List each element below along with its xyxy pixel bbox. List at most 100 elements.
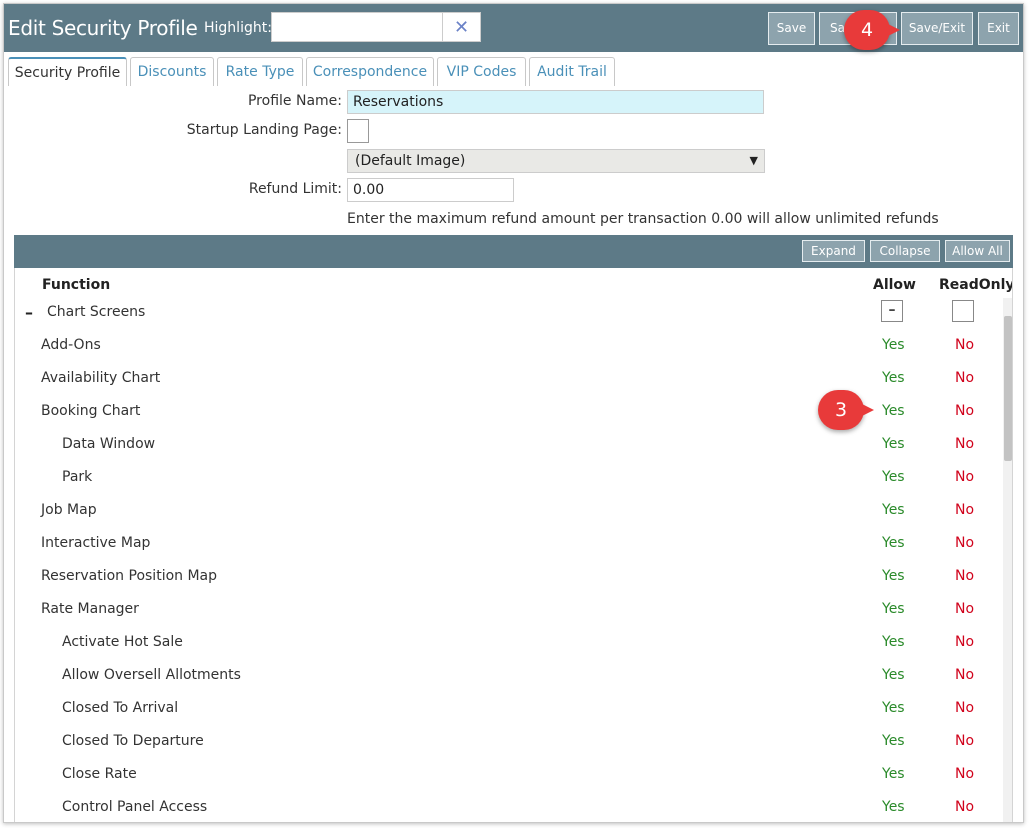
image-select[interactable]: (Default Image) ▼ <box>347 149 765 173</box>
function-name: Activate Hot Sale <box>62 634 183 650</box>
tab-audit-trail[interactable]: Audit Trail <box>529 57 615 86</box>
expand-button[interactable]: Expand <box>802 240 865 262</box>
grid-scrollbar[interactable] <box>1003 298 1012 822</box>
image-select-value: (Default Image) <box>355 153 466 169</box>
scrollbar-thumb[interactable] <box>1004 316 1012 461</box>
readonly-value[interactable]: No <box>955 667 974 683</box>
function-name: Control Panel Access <box>62 799 208 815</box>
table-row: Activate Hot Sale Yes No <box>15 626 1005 659</box>
allow-value[interactable]: Yes <box>882 667 905 683</box>
readonly-value[interactable]: No <box>955 436 974 452</box>
column-header-allow: Allow <box>873 277 916 293</box>
table-row: Reservation Position Map Yes No <box>15 560 1005 593</box>
refund-limit-field[interactable]: 0.00 <box>347 178 514 202</box>
function-name: Allow Oversell Allotments <box>62 667 241 683</box>
readonly-value[interactable]: No <box>955 568 974 584</box>
readonly-value[interactable]: No <box>955 469 974 485</box>
function-name: Closed To Arrival <box>62 700 179 716</box>
table-row: Rate Manager Yes No <box>15 593 1005 626</box>
allow-value[interactable]: Yes <box>882 766 905 782</box>
tab-rate-type[interactable]: Rate Type <box>217 57 303 86</box>
startup-landing-page-checkbox[interactable] <box>347 119 369 143</box>
group-row-chart-screens: – Chart Screens – <box>15 296 1005 329</box>
save-button[interactable]: Save <box>768 12 815 45</box>
tab-vip-codes[interactable]: VIP Codes <box>437 57 526 86</box>
collapse-group-icon[interactable]: – <box>25 303 33 322</box>
profile-name-field[interactable]: Reservations <box>347 90 764 114</box>
table-row: Closed To Arrival Yes No <box>15 692 1005 725</box>
function-name: Close Rate <box>62 766 137 782</box>
clear-icon[interactable]: ✕ <box>443 12 481 42</box>
readonly-value[interactable]: No <box>955 601 974 617</box>
highlight-label: Highlight: <box>204 20 272 36</box>
startup-landing-page-label: Startup Landing Page: <box>186 122 342 138</box>
highlight-input[interactable] <box>271 12 443 42</box>
allow-value[interactable]: Yes <box>882 436 905 452</box>
table-row: Closed To Departure Yes No <box>15 725 1005 758</box>
function-name: Closed To Departure <box>62 733 204 749</box>
page-title: Edit Security Profile <box>8 16 198 40</box>
table-row: Availability Chart Yes No <box>15 362 1005 395</box>
column-header-function: Function <box>42 277 111 293</box>
readonly-value[interactable]: No <box>955 766 974 782</box>
table-row: Interactive Map Yes No <box>15 527 1005 560</box>
function-name: Park <box>62 469 93 485</box>
readonly-value[interactable]: No <box>955 733 974 749</box>
refund-limit-label: Refund Limit: <box>248 181 342 197</box>
allow-value[interactable]: Yes <box>882 502 905 518</box>
allow-value[interactable]: Yes <box>882 634 905 650</box>
tab-bar: Security Profile Discounts Rate Type Cor… <box>4 52 1023 86</box>
exit-button[interactable]: Exit <box>978 12 1019 45</box>
allow-value[interactable]: Yes <box>882 403 905 419</box>
allow-value[interactable]: Yes <box>882 601 905 617</box>
table-row: Close Rate Yes No <box>15 758 1005 791</box>
allow-value[interactable]: Yes <box>882 370 905 386</box>
allow-partial-checkbox[interactable]: – <box>881 300 903 322</box>
table-row: Allow Oversell Allotments Yes No <box>15 659 1005 692</box>
allow-value[interactable]: Yes <box>882 733 905 749</box>
function-name: Availability Chart <box>41 370 161 386</box>
step-3-callout: 3 <box>818 390 874 430</box>
allow-value[interactable]: Yes <box>882 700 905 716</box>
allow-value[interactable]: Yes <box>882 337 905 353</box>
allow-value[interactable]: Yes <box>882 799 905 815</box>
readonly-value[interactable]: No <box>955 799 974 815</box>
readonly-value[interactable]: No <box>955 337 974 353</box>
function-name: Data Window <box>62 436 156 452</box>
function-name: Job Map <box>41 502 97 518</box>
step-4-callout: 4 <box>844 10 900 50</box>
allow-value[interactable]: Yes <box>882 568 905 584</box>
table-row: Add-Ons Yes No <box>15 329 1005 362</box>
tab-discounts[interactable]: Discounts <box>130 57 214 86</box>
group-label: Chart Screens <box>47 304 146 320</box>
function-name: Add-Ons <box>41 337 101 353</box>
function-name: Interactive Map <box>41 535 151 551</box>
allow-value[interactable]: Yes <box>882 469 905 485</box>
readonly-value[interactable]: No <box>955 370 974 386</box>
save-exit-button[interactable]: Save/Exit <box>901 12 973 45</box>
edit-security-profile-window: Edit Security Profile Highlight: ✕ Save … <box>3 3 1024 823</box>
permissions-grid: Function Allow ReadOnly – Chart Screens … <box>14 268 1013 822</box>
tab-security-profile[interactable]: Security Profile <box>8 57 127 86</box>
readonly-value[interactable]: No <box>955 502 974 518</box>
tab-correspondence[interactable]: Correspondence <box>306 57 434 86</box>
function-name: Reservation Position Map <box>41 568 218 584</box>
table-row: Data Window Yes No <box>15 428 1005 461</box>
readonly-value[interactable]: No <box>955 634 974 650</box>
allow-value[interactable]: Yes <box>882 535 905 551</box>
readonly-value[interactable]: No <box>955 403 974 419</box>
allow-all-button[interactable]: Allow All <box>945 240 1010 262</box>
table-row: Park Yes No <box>15 461 1005 494</box>
chevron-down-icon: ▼ <box>749 154 758 167</box>
function-name: Rate Manager <box>41 601 139 617</box>
function-name: Booking Chart <box>41 403 141 419</box>
column-header-readonly: ReadOnly <box>939 277 1013 293</box>
readonly-checkbox[interactable] <box>952 300 974 322</box>
grid-toolbar: Expand Collapse Allow All <box>14 235 1013 268</box>
profile-name-label: Profile Name: <box>247 93 342 109</box>
readonly-value[interactable]: No <box>955 535 974 551</box>
collapse-button[interactable]: Collapse <box>870 240 940 262</box>
table-row: Job Map Yes No <box>15 494 1005 527</box>
table-row: Control Panel Access Yes No <box>15 791 1005 822</box>
readonly-value[interactable]: No <box>955 700 974 716</box>
